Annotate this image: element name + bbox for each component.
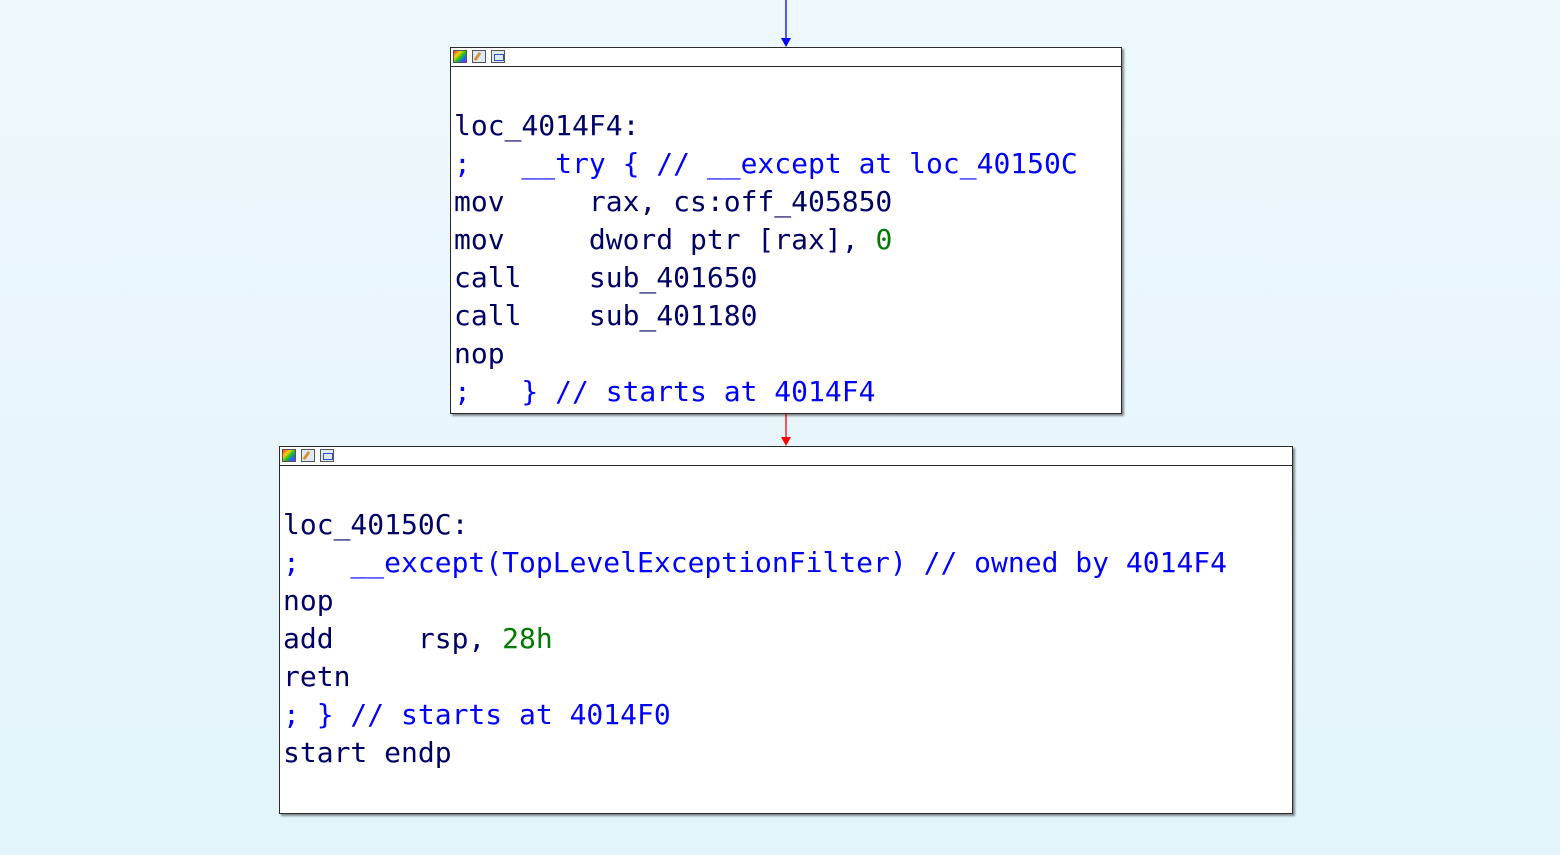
code-token[interactable]: call <box>454 261 589 294</box>
code-token[interactable]: nop <box>283 584 334 617</box>
code-token[interactable]: mov <box>454 223 589 256</box>
code-line[interactable]: nop <box>283 582 1292 620</box>
block-titlebar <box>280 447 1292 466</box>
code-number[interactable]: 0 <box>875 223 892 256</box>
code-token[interactable]: rsp, <box>418 622 502 655</box>
code-line[interactable]: call sub_401180 <box>454 297 1121 335</box>
code-number[interactable]: 28h <box>502 622 553 655</box>
graph-view-icon[interactable] <box>491 50 505 63</box>
color-palette-icon[interactable] <box>453 50 467 63</box>
code-comment[interactable]: ; __except(TopLevelExceptionFilter) // o… <box>283 546 1227 579</box>
code-line[interactable]: mov dword ptr [rax], 0 <box>454 221 1121 259</box>
code-line[interactable]: add rsp, 28h <box>283 620 1292 658</box>
code-token[interactable]: retn <box>283 660 350 693</box>
code-token[interactable]: sub_401650 <box>589 261 758 294</box>
disassembly-listing: loc_40150C: ; __except(TopLevelExceptionF… <box>280 466 1292 772</box>
code-line[interactable]: ; __except(TopLevelExceptionFilter) // o… <box>283 544 1292 582</box>
code-line[interactable]: ; } // starts at 4014F0 <box>283 696 1292 734</box>
edit-icon[interactable] <box>472 50 486 63</box>
code-line[interactable]: mov rax, cs:off_405850 <box>454 183 1121 221</box>
code-line[interactable]: start endp <box>283 734 1292 772</box>
code-comment[interactable]: ; } // starts at 4014F4 <box>454 375 875 408</box>
code-token[interactable]: mov <box>454 185 589 218</box>
code-token[interactable]: rax, cs:off_405850 <box>589 185 892 218</box>
code-token[interactable]: call <box>454 299 589 332</box>
code-line[interactable]: nop <box>454 335 1121 373</box>
code-line[interactable]: ; __try { // __except at loc_40150C <box>454 145 1121 183</box>
graph-view-icon[interactable] <box>320 449 334 462</box>
code-line[interactable]: ; } // starts at 4014F4 <box>454 373 1121 411</box>
edit-icon[interactable] <box>301 449 315 462</box>
code-token[interactable]: start endp <box>283 736 452 769</box>
code-label[interactable]: loc_4014F4: <box>454 109 639 142</box>
code-line[interactable]: call sub_401650 <box>454 259 1121 297</box>
code-label[interactable]: loc_40150C: <box>283 508 468 541</box>
code-block-loc-40150c[interactable]: loc_40150C: ; __except(TopLevelExceptionF… <box>279 446 1293 814</box>
code-comment[interactable]: ; } // starts at 4014F0 <box>283 698 671 731</box>
incoming-edge <box>781 0 791 47</box>
code-token[interactable]: add <box>283 622 418 655</box>
code-line[interactable]: retn <box>283 658 1292 696</box>
code-block-loc-4014f4[interactable]: loc_4014F4: ; __try { // __except at loc_… <box>450 47 1122 414</box>
exception-edge <box>781 414 791 446</box>
code-token[interactable]: dword ptr [rax], <box>589 223 876 256</box>
block-titlebar <box>451 48 1121 67</box>
code-token[interactable]: sub_401180 <box>589 299 758 332</box>
code-line[interactable]: loc_4014F4: <box>454 107 1121 145</box>
code-token[interactable]: nop <box>454 337 505 370</box>
disassembly-listing: loc_4014F4: ; __try { // __except at loc_… <box>451 67 1121 411</box>
color-palette-icon[interactable] <box>282 449 296 462</box>
code-comment[interactable]: ; __try { // __except at loc_40150C <box>454 147 1078 180</box>
code-line[interactable]: loc_40150C: <box>283 506 1292 544</box>
